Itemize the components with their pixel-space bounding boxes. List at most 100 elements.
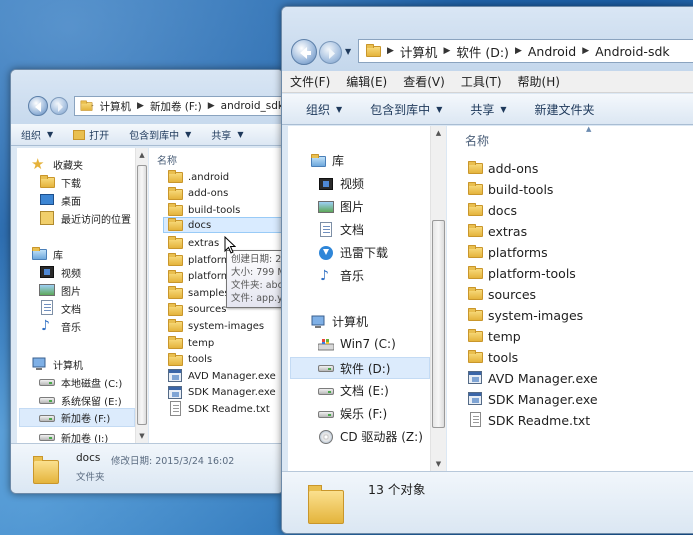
open-label: 打开	[89, 131, 110, 142]
nav-drive-e[interactable]: 文档 (E:)	[318, 382, 389, 399]
include-in-library-button[interactable]: 包含到库中 ▼	[119, 127, 201, 142]
file-item[interactable]: AVD Manager.exe	[167, 368, 276, 384]
file-item[interactable]: add-ons	[467, 160, 538, 176]
file-item[interactable]: extras	[167, 235, 219, 251]
file-item[interactable]: platforms	[467, 244, 548, 260]
breadcrumb-item[interactable]: 新加卷 (F:)	[150, 99, 202, 114]
nav-item-pictures[interactable]: 图片	[39, 282, 81, 298]
organize-button[interactable]: 组织 ▼	[282, 101, 352, 118]
breadcrumb-item[interactable]: 计算机	[400, 42, 438, 61]
file-item[interactable]: sources	[167, 302, 226, 318]
file-item[interactable]: docs	[467, 202, 517, 218]
menu-edit[interactable]: 编辑(E)	[338, 73, 395, 90]
back-button[interactable]	[28, 96, 48, 116]
menu-view[interactable]: 查看(V)	[395, 73, 453, 90]
breadcrumb-item[interactable]: 软件 (D:)	[456, 42, 509, 61]
application-icon	[168, 385, 182, 399]
explorer-window-back[interactable]: ▶ 计算机 ▶ 新加卷 (F:) ▶ android_sdk 组织 ▼ 打开 包含…	[10, 69, 284, 494]
nav-item-music[interactable]: ♪ 音乐	[39, 318, 81, 334]
nav-drive-d[interactable]: 软件 (D:)	[290, 357, 430, 379]
file-item[interactable]: SDK Manager.exe	[467, 391, 598, 407]
forward-button[interactable]	[50, 97, 68, 115]
file-item[interactable]: .android	[167, 169, 229, 185]
menu-tools[interactable]: 工具(T)	[453, 73, 510, 90]
explorer-window-front[interactable]: ▼ ▶ 计算机 ▶ 软件 (D:) ▶ Android ▶ Android-sd…	[281, 6, 693, 534]
nav-item-documents[interactable]: 文档	[39, 300, 81, 316]
share-button[interactable]: 共享 ▼	[201, 127, 253, 142]
file-item[interactable]: temp	[467, 328, 521, 344]
file-item[interactable]: tools	[167, 352, 212, 368]
nav-libraries[interactable]: 库	[310, 152, 344, 169]
nav-item-recent[interactable]: 最近访问的位置	[39, 210, 131, 226]
file-item[interactable]: tools	[467, 349, 518, 365]
file-item[interactable]: add-ons	[167, 186, 228, 202]
file-item[interactable]: SDK Manager.exe	[167, 385, 276, 401]
scroll-thumb[interactable]	[137, 165, 147, 425]
folder-icon	[168, 269, 183, 283]
scroll-down-arrow-icon[interactable]: ▼	[431, 457, 446, 472]
column-header-name[interactable]: 名称	[465, 132, 489, 149]
nav-drive-i[interactable]: 新加卷 (I:)	[39, 429, 108, 444]
nav-item-desktop[interactable]: 桌面	[39, 192, 81, 208]
scroll-up-arrow-icon[interactable]: ▲	[431, 126, 446, 141]
file-item[interactable]: SDK Readme.txt	[167, 401, 270, 417]
details-pane: docs 修改日期: 2015/3/24 16:02 文件夹	[11, 443, 283, 493]
nav-item-thunder-downloads[interactable]: 迅雷下载	[318, 244, 388, 261]
file-item[interactable]: platform-tools	[467, 265, 576, 281]
nav-drive-e[interactable]: 系统保留 (E:)	[39, 392, 122, 408]
file-item[interactable]: docs	[163, 216, 283, 234]
nav-libraries[interactable]: 库	[31, 246, 63, 262]
organize-button[interactable]: 组织 ▼	[11, 127, 63, 142]
new-folder-button[interactable]: 新建文件夹	[517, 101, 605, 118]
file-item[interactable]: temp	[167, 335, 214, 351]
back-button[interactable]	[291, 39, 317, 65]
forward-button[interactable]	[319, 41, 342, 64]
nav-scrollbar[interactable]: ▲ ▼	[135, 148, 148, 444]
address-bar[interactable]: ▶ 计算机 ▶ 软件 (D:) ▶ Android ▶ Android-sdk	[358, 39, 693, 63]
file-item[interactable]: extras	[467, 223, 527, 239]
breadcrumb-item[interactable]: Android	[528, 44, 576, 59]
scroll-down-arrow-icon[interactable]: ▼	[136, 429, 148, 444]
nav-item-videos[interactable]: 视频	[39, 264, 81, 280]
nav-drive-f[interactable]: 娱乐 (F:)	[318, 405, 387, 422]
nav-item-videos[interactable]: 视频	[318, 175, 364, 192]
open-button[interactable]: 打开	[63, 127, 119, 142]
column-header-name[interactable]: 名称	[157, 152, 177, 167]
menu-help[interactable]: 帮助(H)	[510, 73, 568, 90]
nav-item-documents[interactable]: 文档	[318, 221, 364, 238]
file-item[interactable]: build-tools	[467, 181, 553, 197]
file-name: sources	[188, 304, 227, 316]
file-item[interactable]: SDK Readme.txt	[467, 412, 590, 428]
computer-icon	[311, 315, 325, 328]
file-item[interactable]: system-images	[167, 318, 264, 334]
file-item[interactable]: build-tools	[167, 202, 240, 218]
file-item[interactable]: samples	[167, 285, 230, 301]
nav-item-downloads[interactable]: 下载	[39, 174, 81, 190]
nav-computer[interactable]: 计算机	[31, 356, 83, 372]
breadcrumb-item[interactable]: Android-sdk	[595, 44, 670, 59]
menu-file[interactable]: 文件(F)	[282, 73, 338, 90]
nav-item-music[interactable]: ♪ 音乐	[318, 267, 364, 284]
include-in-library-button[interactable]: 包含到库中 ▼	[352, 101, 452, 118]
nav-drive-z[interactable]: CD 驱动器 (Z:)	[318, 428, 423, 445]
scroll-up-arrow-icon[interactable]: ▲	[136, 148, 148, 163]
nav-scrollbar[interactable]: ▲ ▼	[430, 126, 446, 472]
share-button[interactable]: 共享 ▼	[452, 101, 516, 118]
nav-drive-c[interactable]: Win7 (C:)	[318, 336, 396, 352]
nav-favorites[interactable]: ★ 收藏夹	[31, 156, 83, 172]
details-name: docs	[76, 452, 101, 464]
item-count: 13 个对象	[368, 482, 426, 497]
nav-drive-c[interactable]: 本地磁盘 (C:)	[39, 374, 122, 390]
breadcrumb-item[interactable]: 计算机	[100, 99, 132, 114]
file-item[interactable]: system-images	[467, 307, 583, 323]
nav-drive-f[interactable]: 新加卷 (F:)	[19, 408, 135, 427]
file-item[interactable]: AVD Manager.exe	[467, 370, 598, 386]
file-item[interactable]: sources	[467, 286, 536, 302]
history-dropdown-icon[interactable]: ▼	[345, 47, 351, 56]
nav-computer[interactable]: 计算机	[310, 313, 368, 330]
address-bar[interactable]: ▶ 计算机 ▶ 新加卷 (F:) ▶ android_sdk	[74, 96, 283, 116]
folder-icon	[468, 224, 483, 237]
breadcrumb-item[interactable]: android_sdk	[221, 100, 283, 112]
scroll-thumb[interactable]	[432, 220, 445, 428]
nav-item-pictures[interactable]: 图片	[318, 198, 364, 215]
